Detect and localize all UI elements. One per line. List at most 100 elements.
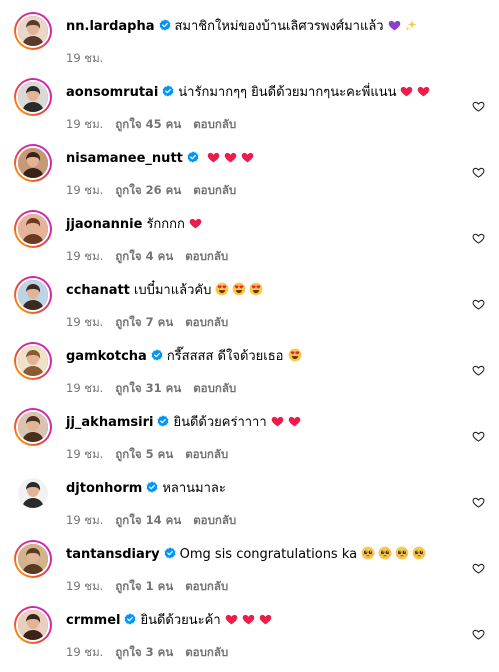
reply-button[interactable]: ตอบกลับ	[185, 645, 228, 659]
comment-time[interactable]: 19 ชม.	[66, 249, 103, 263]
avatar[interactable]	[14, 342, 52, 380]
avatar[interactable]	[14, 606, 52, 644]
heart-eyes-icon	[249, 282, 263, 296]
like-comment-heart-icon[interactable]	[472, 626, 485, 640]
comment-time[interactable]: 19 ชม.	[66, 183, 103, 197]
heart-eyes-icon	[288, 348, 301, 362]
like-comment-heart-icon[interactable]	[472, 362, 485, 376]
comment-item: jj_akhamsiri ยินดีด้วยคร่าาาา 19 ชม. ถูกใจ …	[0, 408, 499, 474]
comment-line: nn.lardapha สมาชิกใหม่ของบ้านเลิศวรพงศ์มา…	[66, 18, 459, 36]
comment-username[interactable]: jj_akhamsiri	[66, 415, 153, 430]
avatar[interactable]	[14, 12, 52, 50]
comment-meta: 19 ชม. ถูกใจ 5 คน ตอบกลับ	[66, 446, 240, 464]
reply-button[interactable]: ตอบกลับ	[185, 249, 228, 263]
avatar[interactable]	[14, 276, 52, 314]
comment-meta: 19 ชม. ถูกใจ 31 คน ตอบกลับ	[66, 380, 248, 398]
comment-likes-count[interactable]: ถูกใจ 1 คน	[115, 579, 173, 593]
verified-badge-icon	[162, 85, 174, 97]
comment-likes-count[interactable]: ถูกใจ 45 คน	[115, 117, 181, 131]
red-heart-icon	[241, 151, 254, 164]
comment-likes-count[interactable]: ถูกใจ 31 คน	[115, 381, 181, 395]
red-heart-icon	[242, 613, 255, 626]
reply-button[interactable]: ตอบกลับ	[193, 117, 236, 131]
comment-meta: 19 ชม. ถูกใจ 7 คน ตอบกลับ	[66, 314, 240, 332]
comment-time[interactable]: 19 ชม.	[66, 315, 103, 329]
comment-likes-count[interactable]: ถูกใจ 3 คน	[115, 645, 173, 659]
avatar-image	[16, 146, 50, 180]
comment-meta: 19 ชม. ถูกใจ 4 คน ตอบกลับ	[66, 248, 240, 266]
avatar[interactable]	[14, 78, 52, 116]
like-comment-heart-icon[interactable]	[472, 494, 485, 508]
comment-line: jj_akhamsiri ยินดีด้วยคร่าาาา	[66, 414, 459, 432]
red-heart-icon	[189, 217, 202, 230]
like-comment-heart-icon[interactable]	[472, 164, 485, 178]
reply-button[interactable]: ตอบกลับ	[185, 447, 228, 461]
verified-badge-icon	[187, 151, 199, 163]
comment-likes-count[interactable]: ถูกใจ 7 คน	[115, 315, 173, 329]
avatar[interactable]	[14, 540, 52, 578]
comment-username[interactable]: nisamanee_nutt	[66, 151, 183, 166]
reply-button[interactable]: ตอบกลับ	[193, 183, 236, 197]
avatar[interactable]	[14, 210, 52, 248]
comment-meta: 19 ชม. ถูกใจ 14 คน ตอบกลับ	[66, 512, 248, 530]
comment-line: nisamanee_nutt	[66, 150, 459, 168]
sparkles-icon	[405, 19, 418, 32]
red-heart-icon	[224, 151, 237, 164]
comment-item: nisamanee_nutt 19 ชม. ถูกใจ 26 คน ตอบกลับ	[0, 144, 499, 210]
comment-text: รักกกก	[146, 217, 185, 232]
comment-text: สมาชิกใหม่ของบ้านเลิศวรพงศ์มาแล้ว	[174, 19, 384, 34]
comment-line: aonsomrutai น่ารักมากๆๆ ยินดีด้วยมากๆนะคะ…	[66, 84, 459, 102]
avatar[interactable]	[14, 408, 52, 446]
comment-username[interactable]: aonsomrutai	[66, 85, 158, 100]
comment-line: djtonhorm หลานมาละ	[66, 480, 459, 498]
red-heart-icon	[207, 151, 220, 164]
comment-username[interactable]: tantansdiary	[66, 547, 160, 562]
comment-line: crmmel ยินดีด้วยนะค้า	[66, 612, 459, 630]
comment-username[interactable]: cchanatt	[66, 283, 130, 298]
comment-likes-count[interactable]: ถูกใจ 26 คน	[115, 183, 181, 197]
comment-username[interactable]: gamkotcha	[66, 349, 147, 364]
comment-item: cchanatt เบบี๋มาแล้วคับ 19 ชม. ถูกใจ 7 คน ตอ…	[0, 276, 499, 342]
avatar[interactable]	[14, 474, 52, 512]
comment-username[interactable]: nn.lardapha	[66, 19, 155, 34]
comment-time[interactable]: 19 ชม.	[66, 645, 103, 659]
comment-meta: 19 ชม.	[66, 50, 115, 68]
like-comment-heart-icon[interactable]	[472, 296, 485, 310]
comment-item: jjaonannie รักกกก 19 ชม. ถูกใจ 4 คน ตอบกลับ	[0, 210, 499, 276]
comment-line: cchanatt เบบี๋มาแล้วคับ	[66, 282, 459, 300]
comment-text: กรี๊สสสส ดีใจด้วยเธอ	[166, 349, 284, 364]
comment-text: ยินดีด้วยคร่าาาา	[173, 415, 267, 430]
comment-time[interactable]: 19 ชม.	[66, 381, 103, 395]
reply-button[interactable]: ตอบกลับ	[185, 315, 228, 329]
verified-badge-icon	[157, 415, 169, 427]
like-comment-heart-icon[interactable]	[472, 98, 485, 112]
reply-button[interactable]: ตอบกลับ	[185, 579, 228, 593]
like-comment-heart-icon[interactable]	[472, 428, 485, 442]
comment-username[interactable]: crmmel	[66, 613, 120, 628]
avatar[interactable]	[14, 144, 52, 182]
avatar-image	[16, 410, 50, 444]
comment-username[interactable]: djtonhorm	[66, 481, 142, 496]
comment-time[interactable]: 19 ชม.	[66, 117, 103, 131]
heart-eyes-icon	[215, 282, 229, 296]
comment-meta: 19 ชม. ถูกใจ 26 คน ตอบกลับ	[66, 182, 248, 200]
comment-likes-count[interactable]: ถูกใจ 4 คน	[115, 249, 173, 263]
reply-button[interactable]: ตอบกลับ	[193, 381, 236, 395]
avatar-image	[16, 80, 50, 114]
comment-time[interactable]: 19 ชม.	[66, 447, 103, 461]
comment-meta: 19 ชม. ถูกใจ 1 คน ตอบกลับ	[66, 578, 240, 596]
comment-time[interactable]: 19 ชม.	[66, 579, 103, 593]
comment-item: gamkotcha กรี๊สสสส ดีใจด้วยเธอ 19 ชม. ถูกใจ…	[0, 342, 499, 408]
pleading-face-icon	[395, 546, 409, 560]
comment-text: Omg sis congratulations ka	[179, 547, 358, 562]
red-heart-icon	[225, 613, 238, 626]
comment-likes-count[interactable]: ถูกใจ 5 คน	[115, 447, 173, 461]
comment-time[interactable]: 19 ชม.	[66, 513, 103, 527]
like-comment-heart-icon[interactable]	[472, 560, 485, 574]
reply-button[interactable]: ตอบกลับ	[193, 513, 236, 527]
comment-likes-count[interactable]: ถูกใจ 14 คน	[115, 513, 181, 527]
like-comment-heart-icon[interactable]	[472, 230, 485, 244]
comment-time[interactable]: 19 ชม.	[66, 51, 103, 65]
avatar-image	[16, 542, 50, 576]
comment-username[interactable]: jjaonannie	[66, 217, 142, 232]
